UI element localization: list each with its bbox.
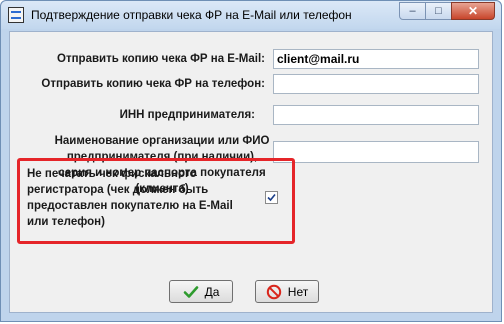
yes-button[interactable]: Да	[169, 280, 233, 303]
checkmark-icon	[183, 285, 198, 298]
app-icon	[8, 7, 24, 23]
phone-label: Отправить копию чека ФР на телефон:	[41, 78, 265, 90]
close-button[interactable]: ✕	[451, 2, 495, 20]
org-name-field[interactable]	[273, 141, 479, 163]
email-field[interactable]	[273, 49, 479, 69]
no-button-label: Нет	[287, 284, 309, 299]
inn-label: ИНН предпринимателя:	[119, 109, 255, 121]
no-button[interactable]: Нет	[255, 280, 319, 303]
no-entry-icon	[266, 284, 281, 299]
inn-field[interactable]	[273, 105, 479, 125]
checkmark-icon	[267, 193, 276, 202]
title-bar[interactable]: Подтверждение отправки чека ФР на E-Mail…	[1, 1, 501, 29]
email-label: Отправить копию чека ФР на E-Mail:	[57, 53, 265, 65]
no-print-checkbox[interactable]	[265, 191, 278, 204]
dialog-window: Подтверждение отправки чека ФР на E-Mail…	[0, 0, 502, 322]
phone-field[interactable]	[273, 74, 479, 94]
window-controls: – □ ✕	[399, 2, 495, 20]
window-title: Подтверждение отправки чека ФР на E-Mail…	[31, 8, 352, 22]
no-print-label: Не печатать чек фискального регистратора…	[27, 168, 233, 228]
maximize-button[interactable]: □	[425, 2, 452, 20]
minimize-button[interactable]: –	[399, 2, 426, 20]
yes-button-label: Да	[204, 284, 220, 299]
